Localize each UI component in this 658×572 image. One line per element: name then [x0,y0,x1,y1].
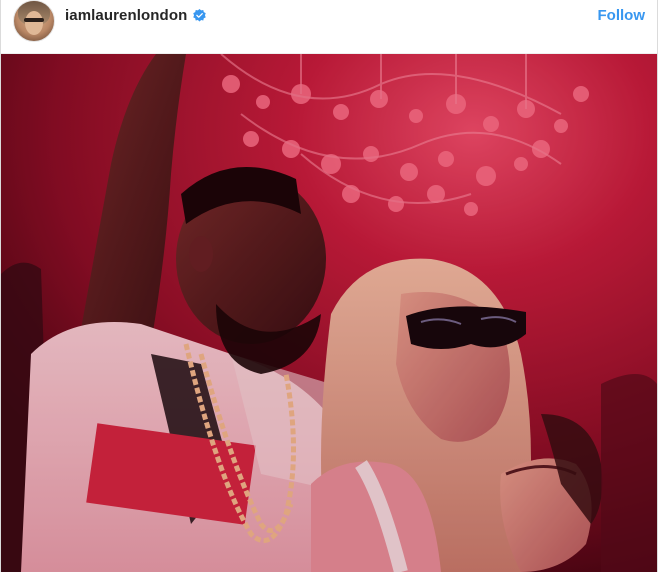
avatar-face [25,11,43,35]
verified-badge-icon [193,9,207,22]
avatar[interactable] [13,0,55,42]
photo-illustration [1,54,657,572]
username-block: iamlaurenlondon [65,7,207,24]
follow-button[interactable]: Follow [598,7,646,24]
post-photo[interactable] [1,54,657,572]
post-header: iamlaurenlondon Follow [1,0,657,54]
username[interactable]: iamlaurenlondon [65,7,187,24]
instagram-post: iamlaurenlondon Follow [0,0,658,572]
avatar-glasses [24,18,44,22]
